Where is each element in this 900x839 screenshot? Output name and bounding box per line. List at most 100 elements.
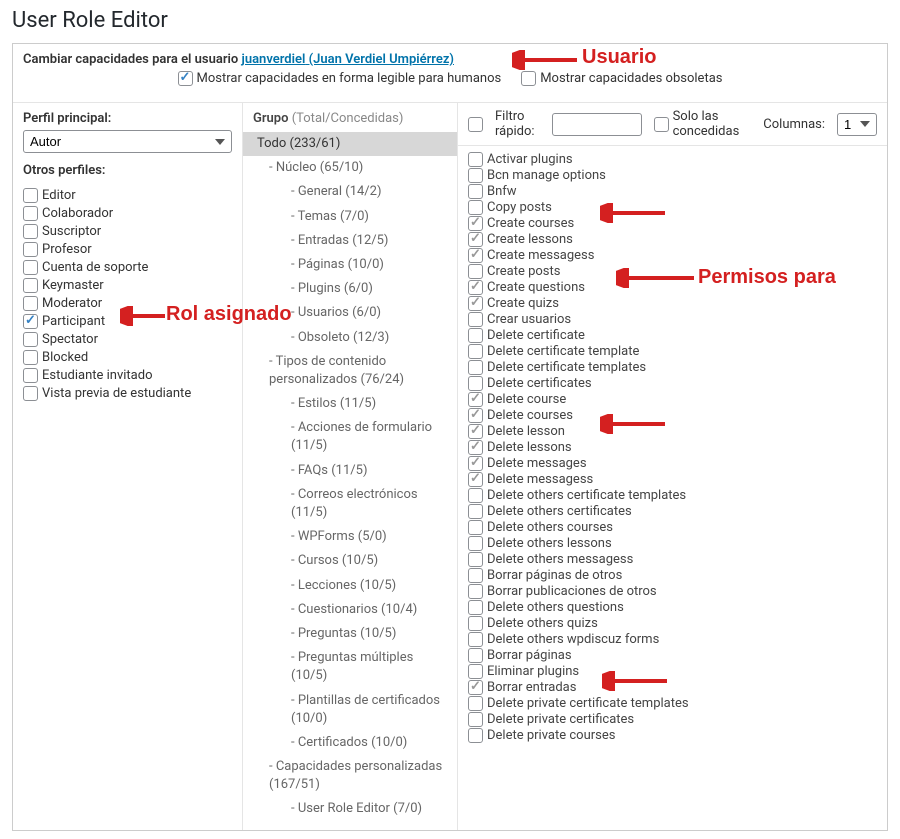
capability-checkbox[interactable] [468,584,483,599]
capability-checkbox[interactable] [468,440,483,455]
capability-item[interactable]: Delete courses [468,408,877,423]
group-item[interactable]: - Preguntas múltiples (10/5) [243,646,457,688]
group-item[interactable]: - Entradas (12/5) [243,229,457,253]
capability-checkbox[interactable] [468,680,483,695]
role-item[interactable]: Colaborador [23,206,232,221]
capability-item[interactable]: Delete certificate templates [468,360,877,375]
group-item[interactable]: - Acciones de formulario (11/5) [243,416,457,458]
capability-checkbox[interactable] [468,296,483,311]
granted-only-checkbox[interactable] [654,117,669,132]
capability-item[interactable]: Delete private certificates [468,712,877,727]
capability-checkbox[interactable] [468,216,483,231]
role-checkbox[interactable] [23,206,38,221]
role-item[interactable]: Estudiante invitado [23,368,232,383]
role-checkbox[interactable] [23,350,38,365]
group-item[interactable]: Todo (233/61) [243,132,457,156]
primary-role-select[interactable]: Autor [23,130,232,153]
option-human-readable[interactable]: Mostrar capacidades en forma legible par… [178,71,502,86]
capability-checkbox[interactable] [468,504,483,519]
capability-checkbox[interactable] [468,472,483,487]
capability-checkbox[interactable] [468,392,483,407]
capability-item[interactable]: Delete course [468,392,877,407]
capability-item[interactable]: Delete others courses [468,520,877,535]
role-checkbox[interactable] [23,188,38,203]
group-item[interactable]: - Páginas (10/0) [243,253,457,277]
capability-checkbox[interactable] [468,648,483,663]
role-item[interactable]: Editor [23,188,232,203]
group-item[interactable]: - Correos electrónicos (11/5) [243,483,457,525]
capability-checkbox[interactable] [468,616,483,631]
capability-checkbox[interactable] [468,360,483,375]
role-item[interactable]: Moderator [23,296,232,311]
capability-item[interactable]: Delete others wpdiscuz forms [468,632,877,647]
role-item[interactable]: Spectator [23,332,232,347]
capability-item[interactable]: Delete others certificates [468,504,877,519]
capability-item[interactable]: Eliminar plugins [468,664,877,679]
select-all-checkbox[interactable] [468,117,483,132]
group-item[interactable]: - Temas (7/0) [243,205,457,229]
capability-checkbox[interactable] [468,168,483,183]
capability-item[interactable]: Crear usuarios [468,312,877,327]
role-checkbox[interactable] [23,296,38,311]
capability-item[interactable]: Copy posts [468,200,877,215]
capability-item[interactable]: Delete private courses [468,728,877,743]
role-checkbox[interactable] [23,224,38,239]
capability-checkbox[interactable] [468,312,483,327]
role-item[interactable]: Cuenta de soporte [23,260,232,275]
role-item[interactable]: Participant [23,314,232,329]
group-item[interactable]: - Estilos (11/5) [243,392,457,416]
group-item[interactable]: - Núcleo (65/10) [243,156,457,180]
capability-item[interactable]: Delete others questions [468,600,877,615]
capability-checkbox[interactable] [468,264,483,279]
capability-checkbox[interactable] [468,408,483,423]
capability-checkbox[interactable] [468,280,483,295]
capability-item[interactable]: Create questions [468,280,877,295]
capability-item[interactable]: Activar plugins [468,152,877,167]
group-item[interactable]: - Obsoleto (12/3) [243,326,457,350]
capability-item[interactable]: Delete messagess [468,472,877,487]
capability-checkbox[interactable] [468,520,483,535]
group-item[interactable]: - Plantillas de certificados (10/0) [243,689,457,731]
role-item[interactable]: Profesor [23,242,232,257]
role-checkbox[interactable] [23,386,38,401]
capability-checkbox[interactable] [468,696,483,711]
capability-item[interactable]: Delete certificate [468,328,877,343]
role-checkbox[interactable] [23,278,38,293]
capability-item[interactable]: Delete private certificate templates [468,696,877,711]
capability-item[interactable]: Bnfw [468,184,877,199]
group-item[interactable]: - Usuarios (6/0) [243,301,457,325]
group-item[interactable]: - Certificados (10/0) [243,731,457,755]
role-checkbox[interactable] [23,368,38,383]
capability-item[interactable]: Delete others lessons [468,536,877,551]
capability-item[interactable]: Delete lessons [468,440,877,455]
group-item[interactable]: - Capacidades personalizadas (167/51) [243,755,457,797]
capability-item[interactable]: Delete lesson [468,424,877,439]
capability-checkbox[interactable] [468,712,483,727]
capability-item[interactable]: Borrar publicaciones de otros [468,584,877,599]
role-checkbox[interactable] [23,260,38,275]
group-item[interactable]: - User Role Editor (7/0) [243,797,457,821]
role-checkbox[interactable] [23,314,38,329]
capability-checkbox[interactable] [468,488,483,503]
capability-item[interactable]: Bcn manage options [468,168,877,183]
capability-item[interactable]: Borrar páginas de otros [468,568,877,583]
capability-item[interactable]: Delete certificates [468,376,877,391]
capability-item[interactable]: Create courses [468,216,877,231]
capability-item[interactable]: Borrar entradas [468,680,877,695]
user-link[interactable]: juanverdiel (Juan Verdiel Umpiérrez) [242,52,455,67]
capability-checkbox[interactable] [468,728,483,743]
group-item[interactable]: - Cuestionarios (10/4) [243,598,457,622]
capability-checkbox[interactable] [468,328,483,343]
group-item[interactable]: - General (14/2) [243,180,457,204]
capability-checkbox[interactable] [468,344,483,359]
capability-item[interactable]: Delete others quizs [468,616,877,631]
role-item[interactable]: Suscriptor [23,224,232,239]
capability-checkbox[interactable] [468,664,483,679]
capability-checkbox[interactable] [468,232,483,247]
capability-item[interactable]: Create messagess [468,248,877,263]
capability-checkbox[interactable] [468,568,483,583]
capability-item[interactable]: Borrar páginas [468,648,877,663]
capability-checkbox[interactable] [468,456,483,471]
capability-checkbox[interactable] [468,184,483,199]
capability-checkbox[interactable] [468,248,483,263]
